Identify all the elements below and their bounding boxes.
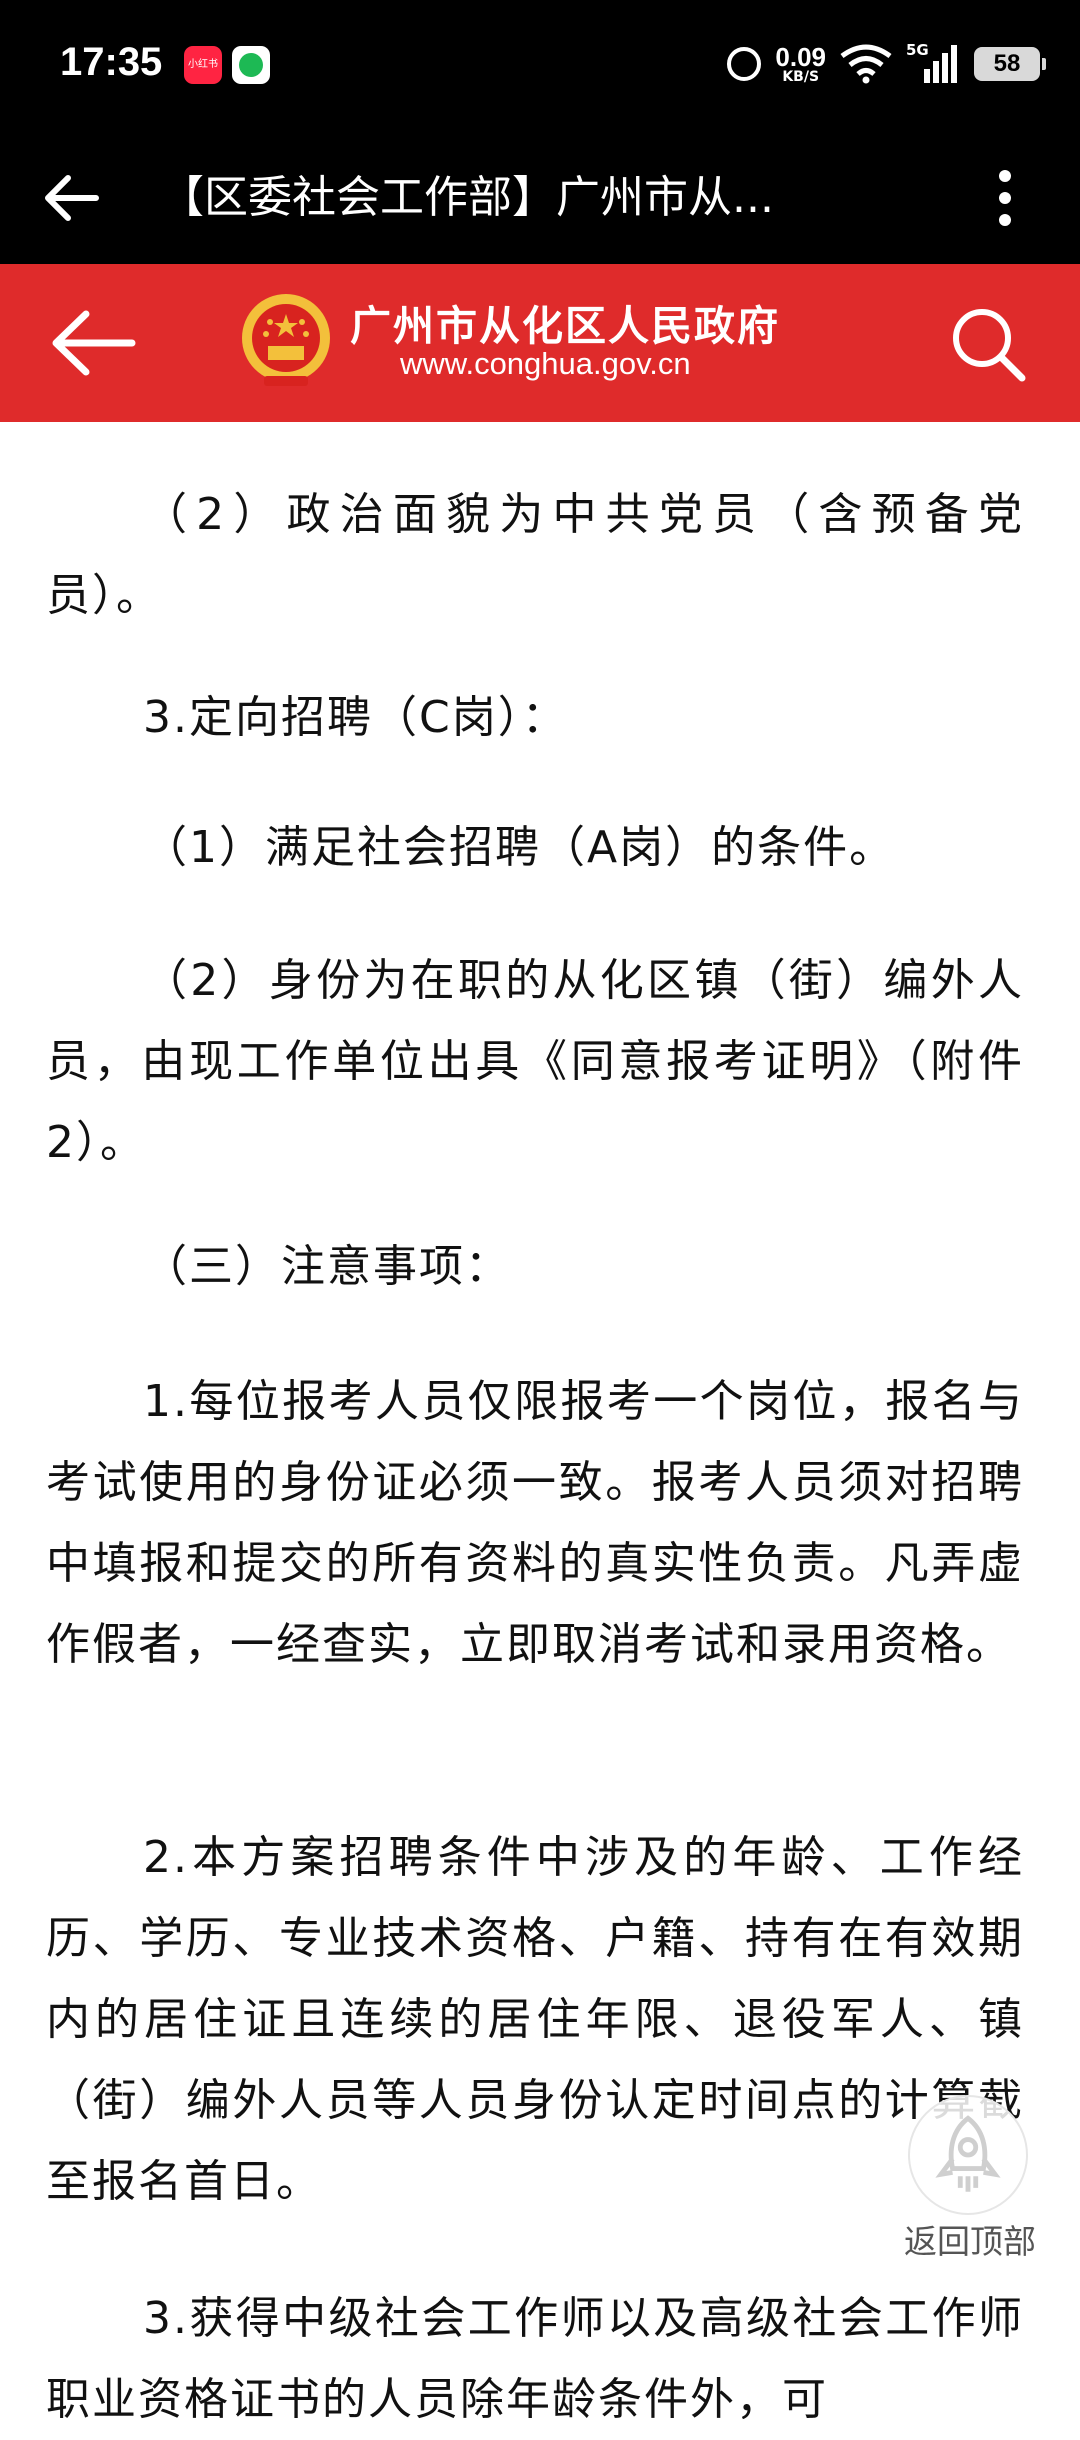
article-section-heading: （三）注意事项： bbox=[143, 1241, 511, 1292]
site-header: 广州市从化区人民政府 www.conghua.gov.cn bbox=[0, 264, 1080, 422]
app-title-bar: 【区委社会工作部】广州市从... bbox=[0, 132, 1080, 264]
xiaohongshu-app-icon: 小红书 bbox=[184, 46, 222, 84]
network-speed-value: 0.09 bbox=[775, 42, 826, 72]
back-to-top-label: 返回顶部 bbox=[904, 2222, 1036, 2261]
back-arrow-icon[interactable] bbox=[40, 166, 104, 230]
article-paragraph: 2.本方案招聘条件中涉及的年龄、工作经历、学历、专业技术资格、户籍、持有在有效期… bbox=[46, 1832, 1024, 2207]
article-paragraph: 3.获得中级社会工作师以及高级社会工作师职业资格证书的人员除年龄条件外，可 bbox=[46, 2293, 1024, 2425]
spotify-app-icon bbox=[232, 46, 270, 84]
site-url: www.conghua.gov.cn bbox=[400, 346, 691, 381]
site-back-arrow-icon[interactable] bbox=[50, 308, 138, 378]
site-name: 广州市从化区人民政府 bbox=[350, 302, 780, 350]
rocket-icon[interactable] bbox=[908, 2095, 1028, 2215]
article-paragraph: （2）身份为在职的从化区镇（街）编外人员，由现工作单位出具《同意报考证明》（附件… bbox=[46, 955, 1024, 1168]
status-bar: 17:35 小红书 0.09 KB/S 5G 58 bbox=[0, 0, 1080, 132]
status-indicators: 0.09 KB/S 5G 58 bbox=[727, 36, 1046, 92]
back-to-top-button[interactable]: 返回顶部 bbox=[890, 2095, 1050, 2261]
more-options-icon[interactable] bbox=[985, 162, 1025, 234]
article-paragraph: 1.每位报考人员仅限报考一个岗位，报名与考试使用的身份证必须一致。报考人员须对招… bbox=[46, 1376, 1024, 1670]
status-time: 17:35 bbox=[60, 40, 163, 84]
network-speed: 0.09 KB/S bbox=[775, 44, 826, 84]
wifi-icon bbox=[840, 44, 892, 84]
alarm-icon bbox=[727, 47, 762, 81]
network-speed-unit: KB/S bbox=[782, 69, 820, 85]
national-emblem-logo bbox=[242, 294, 330, 386]
page-title: 【区委社会工作部】广州市从... bbox=[160, 172, 774, 223]
search-icon[interactable] bbox=[948, 304, 1028, 384]
battery-level: 58 bbox=[974, 47, 1046, 81]
cellular-signal-icon: 5G bbox=[906, 41, 960, 85]
article-paragraph: （1）满足社会招聘（A岗）的条件。 bbox=[143, 822, 896, 873]
article-paragraph: 3.定向招聘（C岗）： bbox=[143, 692, 568, 743]
article-paragraph: （2）政治面貌为中共党员（含预备党员）。 bbox=[46, 489, 1024, 621]
